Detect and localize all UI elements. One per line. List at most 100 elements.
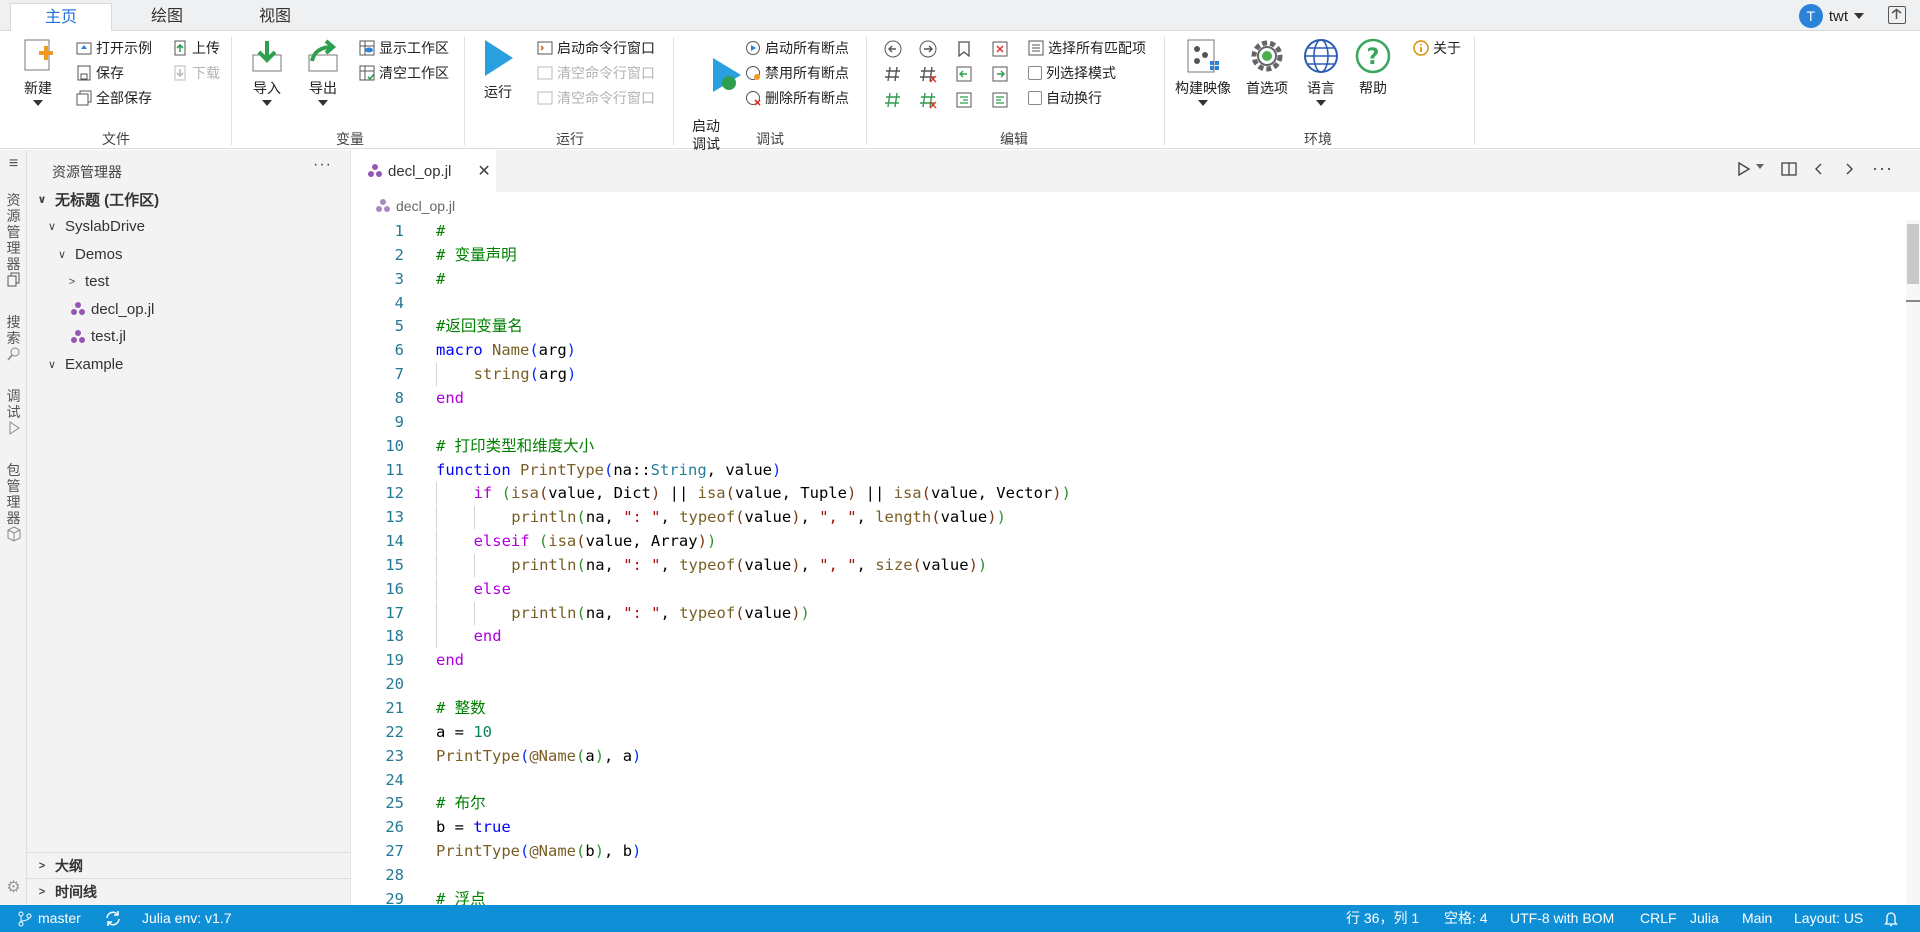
sync-icon[interactable] [104, 905, 122, 932]
clear-workspace-button[interactable]: 清空工作区 [359, 63, 449, 83]
tab-home[interactable]: 主页 [10, 3, 112, 31]
code-line[interactable]: 7 string(arg) [352, 363, 1892, 387]
keyboard-layout[interactable]: Layout: US [1794, 905, 1863, 932]
code-line[interactable]: 10 # 打印类型和维度大小 [352, 435, 1892, 458]
upload-button[interactable]: 上传 [172, 38, 220, 58]
scrollbar-thumb[interactable] [1907, 224, 1919, 284]
chevron-down-icon[interactable] [1756, 164, 1764, 169]
code-line[interactable]: 20 [352, 673, 1892, 696]
branch-indicator[interactable]: master [18, 905, 81, 932]
new-button[interactable]: 新建 [14, 37, 62, 106]
code-line[interactable]: 28 [352, 864, 1892, 887]
code-line[interactable]: 11 function PrintType(na::String, value) [352, 459, 1892, 482]
preferences-button[interactable]: 首选项 [1243, 37, 1291, 98]
tree-folder[interactable]: > test [27, 271, 350, 293]
download-button[interactable]: 下载 [172, 63, 220, 83]
code-line[interactable]: 1 # [352, 220, 1892, 243]
disable-all-breakpoints-button[interactable]: 禁用所有断点 [745, 63, 849, 83]
export-button[interactable]: 导出 [300, 37, 346, 106]
code-line[interactable]: 17 println(na, ": ", typeof(value)) [352, 601, 1892, 625]
encoding[interactable]: UTF-8 with BOM [1510, 905, 1614, 932]
prev-bookmark-icon[interactable] [955, 65, 973, 83]
code-line[interactable]: 9 [352, 411, 1892, 434]
word-wrap-checkbox[interactable]: 自动换行 [1028, 88, 1102, 108]
activity-packages[interactable]: 包 管 理 器 [0, 462, 27, 545]
block-uncomment-icon[interactable] [919, 91, 937, 109]
uncomment-icon[interactable] [919, 65, 937, 83]
open-example-button[interactable]: 打开示例 [76, 38, 152, 58]
chevron-right-icon[interactable] [1842, 160, 1856, 178]
comment-icon[interactable] [884, 65, 902, 83]
tree-file[interactable]: test.jl [27, 326, 350, 348]
outline-section[interactable]: > 大纲 [27, 852, 350, 878]
close-icon[interactable]: ✕ [477, 161, 490, 181]
activity-explorer[interactable]: 资 源 管 理 器 [0, 192, 27, 291]
outdent-icon[interactable] [991, 91, 1009, 109]
tab-plot[interactable]: 绘图 [126, 3, 208, 31]
line-ending[interactable]: CRLF [1640, 905, 1677, 932]
julia-env[interactable]: Julia env: v1.7 [142, 905, 232, 932]
editor-tab-decl-op[interactable]: decl_op.jl ✕ [352, 150, 496, 192]
code-line[interactable]: 3 # [352, 268, 1892, 291]
split-editor-icon[interactable] [1780, 160, 1798, 178]
code-line[interactable]: 6 macro Name(arg) [352, 339, 1892, 362]
chevron-left-icon[interactable] [1812, 160, 1826, 178]
forward-arrow-icon[interactable] [919, 40, 937, 58]
code-line[interactable]: 19 end [352, 649, 1892, 672]
code-line[interactable]: 25 # 布尔 [352, 792, 1892, 815]
user-menu[interactable]: T twt [1798, 4, 1864, 28]
tree-file[interactable]: decl_op.jl [27, 298, 350, 320]
save-all-button[interactable]: 全部保存 [76, 88, 152, 108]
bookmark-icon[interactable] [955, 40, 973, 58]
code-line[interactable]: 15 println(na, ": ", typeof(value), ", ",… [352, 553, 1892, 577]
bell-icon[interactable] [1884, 905, 1898, 932]
code-line[interactable]: 16 else [352, 577, 1892, 601]
start-command-window-button[interactable]: 启动命令行窗口 [537, 38, 655, 58]
code-line[interactable]: 26 b = true [352, 816, 1892, 839]
code-line[interactable]: 13 println(na, ": ", typeof(value), ", ",… [352, 506, 1892, 530]
tree-folder[interactable]: ∨ Demos [27, 243, 350, 265]
next-bookmark-icon[interactable] [991, 65, 1009, 83]
clear-command-window-button-2[interactable]: 清空命令行窗口 [537, 88, 655, 108]
activity-debug[interactable]: 调 试 [0, 388, 27, 439]
code-line[interactable]: 22 a = 10 [352, 721, 1892, 744]
editor-scrollbar[interactable] [1906, 220, 1920, 905]
enable-all-breakpoints-button[interactable]: 启动所有断点 [745, 38, 849, 58]
code-line[interactable]: 24 [352, 769, 1892, 792]
code-line[interactable]: 18 end [352, 625, 1892, 649]
tree-folder[interactable]: ∨ Example [27, 353, 350, 375]
delete-all-breakpoints-button[interactable]: 删除所有断点 [745, 88, 849, 108]
code-line[interactable]: 12 if (isa(value, Dict) || isa(value, Tup… [352, 482, 1892, 506]
code-line[interactable]: 27 PrintType(@Name(b), b) [352, 840, 1892, 863]
about-button[interactable]: 关于 [1413, 38, 1461, 58]
run-button[interactable]: 运行 [477, 37, 519, 102]
tree-folder[interactable]: ∨ SyslabDrive [27, 216, 350, 238]
code-line[interactable]: 2 # 变量声明 [352, 244, 1892, 267]
language-button[interactable]: 语言 [1300, 37, 1342, 106]
more-actions-icon[interactable]: ··· [1872, 158, 1893, 179]
breadcrumb[interactable]: decl_op.jl [376, 198, 455, 214]
indentation[interactable]: 空格: 4 [1444, 905, 1488, 932]
clear-command-window-button[interactable]: 清空命令行窗口 [537, 63, 655, 83]
code-line[interactable]: 21 # 整数 [352, 697, 1892, 720]
tree-folder[interactable]: ∨ 无标题 (工作区) [27, 188, 350, 210]
code-line[interactable]: 14 elseif (isa(value, Array)) [352, 530, 1892, 554]
menu-icon[interactable]: ≡ [0, 156, 27, 172]
code-line[interactable]: 5 #返回变量名 [352, 315, 1892, 338]
build-image-button[interactable]: 构建映像 [1170, 37, 1236, 106]
column-select-checkbox[interactable]: 列选择模式 [1028, 63, 1116, 83]
remove-bookmark-icon[interactable] [991, 40, 1009, 58]
more-actions-icon[interactable]: ··· [313, 156, 332, 174]
julia-main-module[interactable]: Main [1742, 905, 1772, 932]
activity-search[interactable]: 搜 索 [0, 314, 27, 365]
tab-view[interactable]: 视图 [234, 3, 316, 31]
code-line[interactable]: 8 end [352, 387, 1892, 410]
indent-icon[interactable] [955, 91, 973, 109]
code-line[interactable]: 23 PrintType(@Name(a), a) [352, 745, 1892, 768]
language-mode[interactable]: Julia [1690, 905, 1719, 932]
back-arrow-icon[interactable] [884, 40, 902, 58]
select-all-matches-button[interactable]: 选择所有匹配项 [1028, 38, 1146, 58]
collapse-ribbon-icon[interactable] [1888, 6, 1906, 24]
help-button[interactable]: ? 帮助 [1352, 37, 1394, 98]
show-workspace-button[interactable]: 显示工作区 [359, 38, 449, 58]
